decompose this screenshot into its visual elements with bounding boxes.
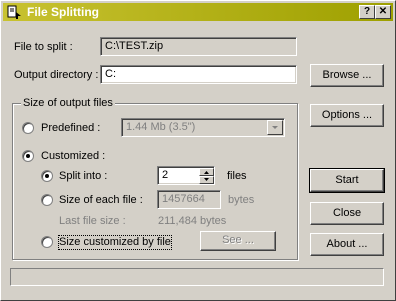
split-into-radio[interactable] — [41, 170, 53, 182]
predefined-select: 1.44 Mb (3.5") — [121, 118, 285, 137]
chevron-down-icon — [272, 126, 278, 129]
size-of-each-file-radio[interactable] — [41, 194, 53, 206]
split-into-spinner[interactable] — [199, 168, 214, 184]
file-to-split-field: C:\TEST.zip — [100, 37, 297, 56]
close-window-button[interactable]: ✕ — [375, 5, 391, 19]
output-directory-input[interactable]: C: — [100, 65, 297, 84]
help-button[interactable]: ? — [359, 5, 375, 19]
output-directory-label: Output directory : — [14, 69, 99, 81]
last-file-size-label: Last file size : — [59, 215, 126, 227]
size-of-each-file-label: Size of each file : — [59, 194, 143, 206]
close-icon: ✕ — [378, 6, 388, 17]
options-button[interactable]: Options ... — [310, 104, 384, 127]
size-of-output-legend: Size of output files — [21, 97, 115, 110]
window-title: File Splitting — [27, 5, 99, 19]
see-button-label: See ... — [222, 234, 254, 246]
predefined-value: 1.44 Mb (3.5") — [126, 121, 196, 133]
start-button-label: Start — [335, 174, 359, 186]
see-button: See ... — [200, 231, 276, 251]
spin-up-button[interactable] — [199, 168, 214, 176]
last-file-size-value: 211,484 bytes — [158, 215, 227, 227]
browse-button-label: Browse ... — [322, 69, 372, 81]
spin-down-button[interactable] — [199, 176, 214, 184]
start-button[interactable]: Start — [309, 168, 385, 193]
file-to-split-label: File to split : — [14, 41, 73, 53]
help-icon: ? — [363, 6, 371, 17]
customized-radio[interactable] — [22, 150, 34, 162]
size-of-each-file-input: 1457664 — [157, 190, 221, 209]
split-into-value: 2 — [162, 169, 169, 181]
predefined-label: Predefined : — [41, 122, 101, 134]
close-button[interactable]: Close — [310, 202, 384, 225]
browse-button[interactable]: Browse ... — [310, 64, 384, 87]
progress-bar — [10, 268, 384, 286]
split-into-unit: files — [227, 170, 247, 182]
arrow-up-icon — [204, 171, 209, 174]
predefined-dropdown-button — [267, 120, 283, 135]
about-button[interactable]: About ... — [310, 233, 384, 256]
title-bar[interactable]: File Splitting ? ✕ — [3, 3, 393, 21]
size-customized-by-file-radio[interactable] — [41, 236, 53, 248]
predefined-radio[interactable] — [22, 122, 34, 134]
split-into-label: Split into : — [59, 170, 108, 182]
close-button-label: Close — [332, 207, 362, 219]
file-splitting-window: File Splitting ? ✕ File to split : C:\TE… — [0, 0, 396, 301]
about-button-label: About ... — [326, 238, 368, 250]
size-customized-by-file-label: Size customized by file — [58, 235, 172, 250]
size-of-each-file-unit: bytes — [228, 194, 255, 206]
file-split-icon — [7, 5, 21, 19]
customized-label: Customized : — [41, 150, 106, 162]
arrow-down-icon — [204, 178, 209, 181]
options-button-label: Options ... — [321, 109, 373, 121]
